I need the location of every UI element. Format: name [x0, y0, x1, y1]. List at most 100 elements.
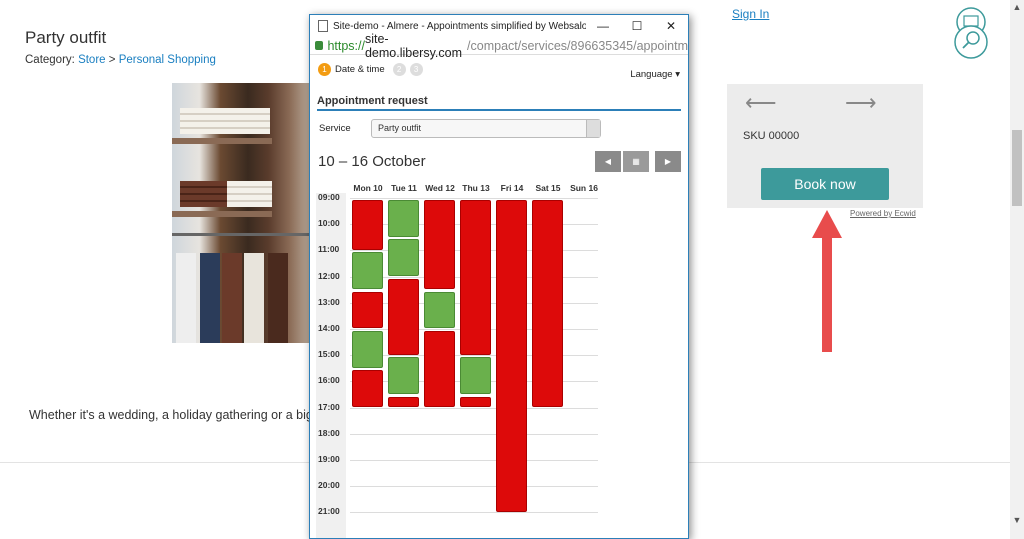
step-1-number[interactable]: 1	[318, 63, 331, 76]
day-header: Wed 12	[425, 183, 455, 193]
url-path: /compact/services/896635345/appointm	[467, 38, 688, 53]
prev-image-arrow-icon[interactable]: ⟵	[745, 90, 777, 116]
booked-slot	[424, 331, 455, 407]
hanging-garment	[176, 253, 196, 343]
powered-by-link[interactable]: Powered by Ecwid	[850, 209, 916, 218]
red-arrow-annotation-icon	[812, 210, 842, 352]
scroll-up-arrow-icon[interactable]: ▲	[1010, 0, 1024, 14]
clothes-rack	[172, 233, 310, 236]
close-icon[interactable]: ✕	[654, 19, 688, 33]
product-description: Whether it's a wedding, a holiday gather…	[29, 408, 324, 422]
booked-slot	[496, 200, 527, 512]
day-header: Thu 13	[462, 183, 490, 193]
available-slot[interactable]	[352, 252, 383, 290]
time-label: 11:00	[318, 244, 340, 255]
available-slot[interactable]	[388, 200, 419, 237]
booked-slot	[460, 396, 491, 407]
day-header: Mon 10	[353, 183, 383, 193]
section-title: Appointment request	[317, 95, 681, 111]
time-label: 13:00	[318, 296, 340, 307]
maximize-icon[interactable]: ☐	[620, 19, 654, 33]
minimize-icon[interactable]: —	[586, 19, 620, 33]
booked-slot	[388, 396, 419, 407]
hour-gridline	[350, 433, 598, 435]
language-dropdown[interactable]: Language ▾	[630, 69, 680, 80]
time-label: 21:00	[318, 506, 340, 517]
available-slot[interactable]	[352, 331, 383, 368]
time-label: 19:00	[318, 454, 340, 464]
url-host: site-demo.libersy.com	[364, 31, 463, 60]
lock-icon	[315, 41, 324, 50]
category-prefix: Category:	[25, 54, 75, 66]
booked-slot	[460, 200, 491, 355]
calendar-icon[interactable]: ▦	[623, 151, 649, 172]
breadcrumb-store-link[interactable]: Store	[78, 54, 106, 66]
available-slot[interactable]	[424, 291, 455, 329]
breadcrumb: Category: Store > Personal Shopping	[25, 54, 216, 66]
shelf	[172, 211, 272, 217]
product-title: Party outfit	[25, 28, 107, 47]
address-bar[interactable]: https:// site-demo.libersy.com /compact/…	[310, 32, 688, 60]
popup-title: Site-demo - Almere - Appointments simpli…	[333, 20, 586, 32]
day-header: Tue 11	[391, 183, 417, 193]
step-2-number[interactable]: 2	[392, 63, 406, 76]
service-value: Party outfit	[378, 123, 422, 133]
time-label: 15:00	[318, 349, 340, 360]
day-header: Fri 14	[500, 183, 524, 193]
hanging-garment	[222, 253, 242, 343]
folded-clothes	[227, 181, 272, 207]
hour-gridline	[350, 486, 598, 488]
time-label: 12:00	[318, 270, 340, 281]
time-label: 09:00	[318, 192, 340, 202]
next-week-button[interactable]: ▶	[655, 151, 681, 172]
hanging-garment	[268, 253, 288, 343]
service-label: Service	[319, 123, 351, 134]
available-slot[interactable]	[388, 357, 419, 394]
next-image-arrow-icon[interactable]: ⟶	[845, 90, 877, 116]
time-label: 17:00	[318, 401, 340, 412]
sign-in-link[interactable]: Sign In	[732, 7, 769, 21]
hour-gridline	[350, 460, 598, 461]
sku-label: SKU 00000	[743, 130, 800, 142]
hour-gridline	[350, 512, 598, 514]
time-label: 14:00	[318, 323, 340, 333]
week-title: 10 – 16 October	[318, 153, 426, 170]
hour-gridline	[350, 198, 598, 199]
product-image[interactable]	[172, 83, 310, 343]
hanging-garment	[244, 253, 264, 343]
day-header: Sun 16	[570, 183, 598, 193]
url-scheme: https://	[327, 38, 365, 53]
scroll-down-arrow-icon[interactable]: ▼	[1010, 513, 1024, 527]
available-slot[interactable]	[388, 239, 419, 276]
chevron-down-icon[interactable]	[586, 120, 600, 137]
booked-slot	[532, 200, 563, 407]
day-header: Sat 15	[535, 183, 561, 193]
time-label: 16:00	[318, 375, 340, 386]
folded-clothes	[180, 181, 230, 207]
time-label: 20:00	[318, 480, 340, 491]
booking-steps: 1 Date & time 2 3	[318, 63, 427, 76]
hanging-garment	[200, 253, 220, 343]
time-label: 18:00	[318, 427, 340, 438]
time-label: 10:00	[318, 218, 340, 229]
purchase-panel: ⟵ ⟶ SKU 00000 Book now	[727, 84, 923, 208]
available-slot[interactable]	[460, 357, 491, 394]
document-icon	[318, 20, 328, 32]
hour-gridline	[350, 407, 598, 409]
booking-popup-window: Site-demo - Almere - Appointments simpli…	[309, 14, 689, 539]
booked-slot	[424, 200, 455, 290]
prev-week-button[interactable]: ◀	[595, 151, 621, 172]
shelf	[172, 138, 272, 144]
service-select[interactable]: Party outfit	[371, 119, 601, 138]
page-scrollbar[interactable]: ▲ ▼	[1010, 0, 1024, 539]
step-3-number[interactable]: 3	[409, 63, 423, 76]
search-icon[interactable]	[950, 5, 992, 59]
scroll-thumb[interactable]	[1012, 130, 1022, 206]
step-1-label[interactable]: Date & time	[335, 64, 385, 75]
breadcrumb-separator: >	[108, 54, 116, 66]
breadcrumb-personal-shopping-link[interactable]: Personal Shopping	[119, 54, 216, 66]
booked-slot	[352, 370, 383, 407]
book-now-button[interactable]: Book now	[761, 168, 889, 200]
week-calendar: Mon 10 Tue 11 Wed 12 Thu 13 Fri 14 Sat 15 Sun …	[316, 181, 598, 538]
folded-clothes	[180, 108, 270, 134]
